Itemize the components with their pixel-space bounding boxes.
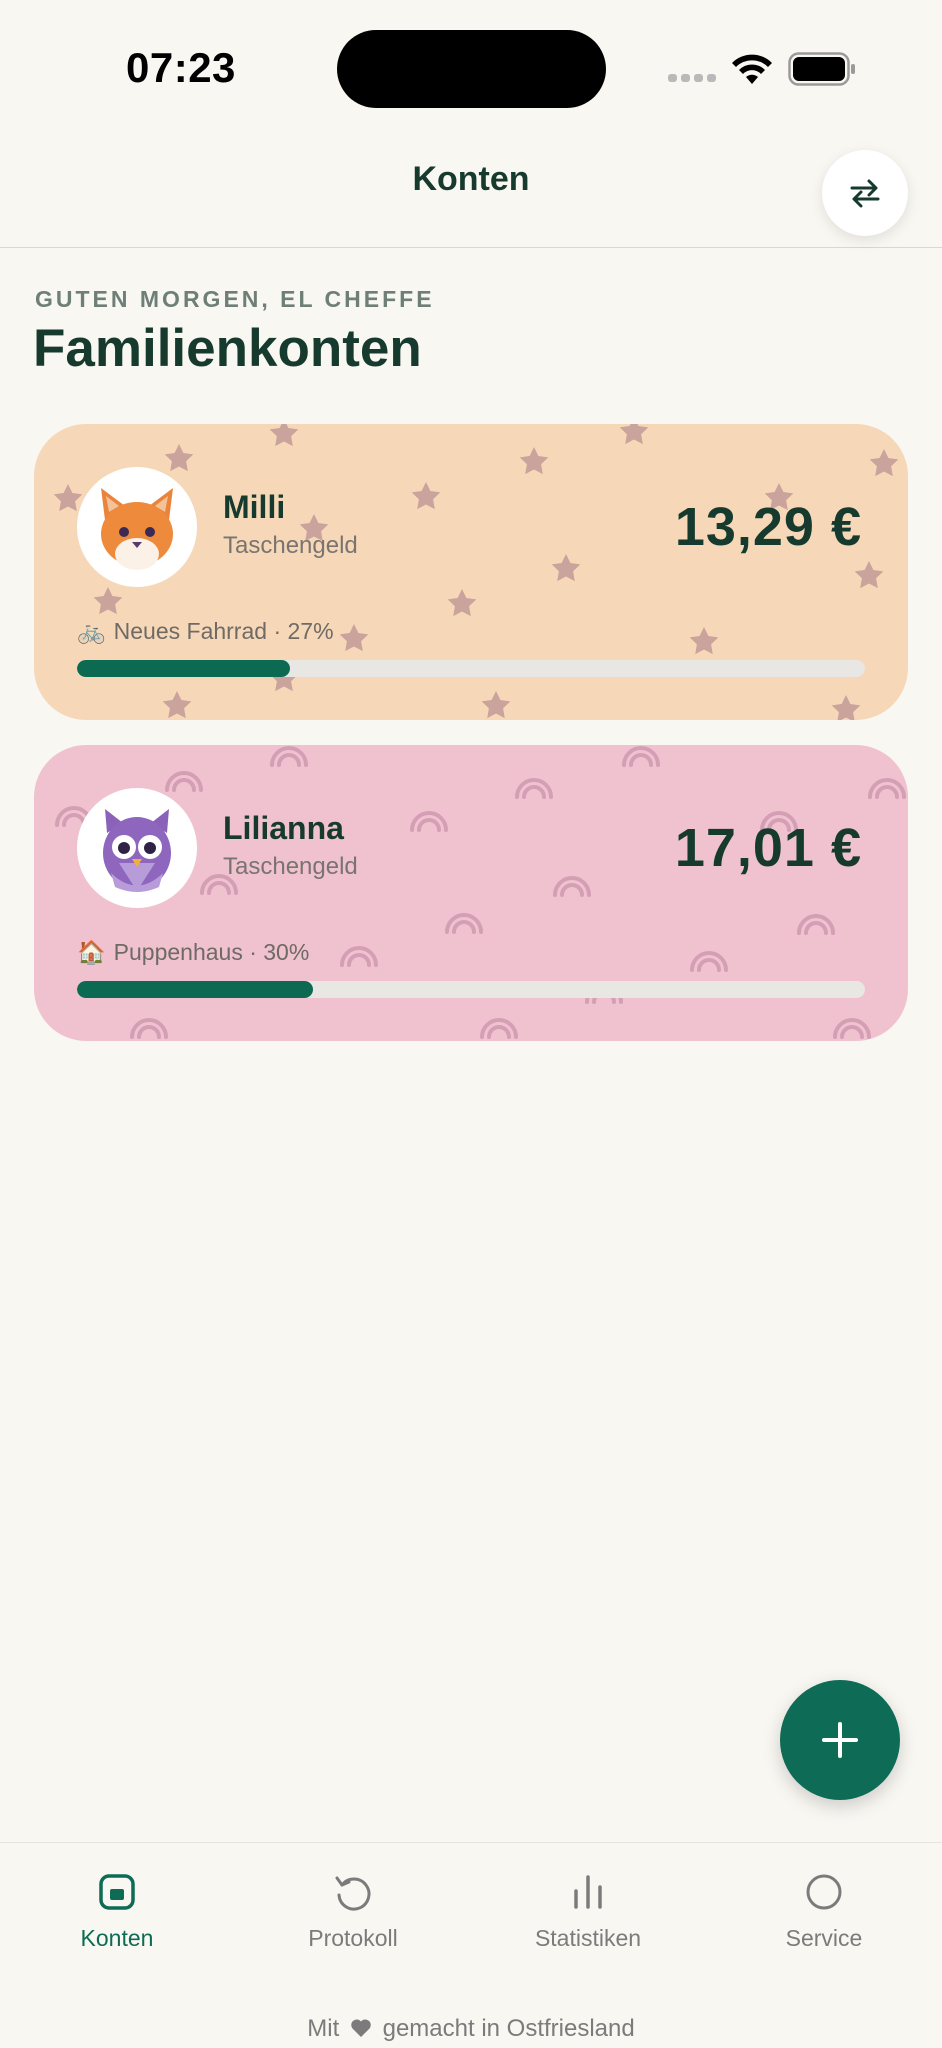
tab-protokoll[interactable]: Protokoll <box>253 1873 453 1952</box>
tab-bar: Konten Protokoll Statistiken Service Mit… <box>0 1842 942 2048</box>
progress-fill <box>77 981 314 998</box>
avatar <box>77 467 197 587</box>
house-icon: 🏠 <box>77 939 106 965</box>
progress-fill <box>77 660 290 677</box>
tab-konten[interactable]: Konten <box>17 1873 217 1952</box>
tab-statistiken[interactable]: Statistiken <box>488 1873 688 1952</box>
wifi-icon <box>732 54 772 84</box>
page-title: Familienkonten <box>33 319 422 378</box>
savings-goal-label: Puppenhaus · 30% <box>113 939 310 965</box>
tab-label: Protokoll <box>308 1925 398 1951</box>
switch-account-button[interactable] <box>822 150 908 236</box>
savings-progress-bar <box>77 660 865 677</box>
balance-amount: 13,29 € <box>674 497 862 557</box>
account-type: Taschengeld <box>223 532 358 559</box>
circle-icon <box>806 1874 842 1910</box>
greeting-text: GUTEN MORGEN, EL CHEFFE <box>35 286 435 312</box>
cellular-signal-icon <box>668 74 716 82</box>
nav-title: Konten <box>412 160 530 198</box>
tab-service[interactable]: Service <box>724 1873 924 1952</box>
status-bar: 07:23 <box>0 0 942 130</box>
child-name: Lilianna <box>223 810 344 846</box>
dynamic-island <box>337 30 606 108</box>
child-name: Milli <box>223 489 286 525</box>
history-icon <box>335 1876 371 1911</box>
heart-icon <box>351 2019 371 2037</box>
footer-suffix: gemacht in Ostfriesland <box>382 2015 635 2042</box>
tab-label: Service <box>785 1925 863 1951</box>
bar-chart-icon <box>574 1875 602 1909</box>
savings-goal: 🏠 Puppenhaus · 30% <box>77 939 309 966</box>
status-time: 07:23 <box>126 44 236 91</box>
account-card-milli[interactable]: Milli Taschengeld 13,29 € 🚲 Neues Fahrra… <box>34 424 908 720</box>
footer-prefix: Mit <box>307 2015 340 2042</box>
nav-header: Konten <box>0 130 942 248</box>
balance-amount: 17,01 € <box>674 818 862 878</box>
swap-arrows-icon <box>850 179 880 208</box>
savings-goal-label: Neues Fahrrad · 27% <box>113 618 334 644</box>
plus-icon <box>822 1722 858 1758</box>
battery-icon <box>788 52 855 86</box>
add-account-button[interactable] <box>780 1680 900 1800</box>
tab-label: Konten <box>80 1925 154 1951</box>
wallet-icon <box>99 1874 135 1910</box>
account-card-lilianna[interactable]: Lilianna Taschengeld 17,01 € 🏠 Puppenhau… <box>34 745 908 1041</box>
footer-note: Mit gemacht in Ostfriesland <box>0 2015 942 2043</box>
account-type: Taschengeld <box>223 853 358 880</box>
tab-label: Statistiken <box>534 1925 642 1951</box>
bicycle-icon: 🚲 <box>77 618 106 644</box>
savings-progress-bar <box>77 981 865 998</box>
owl-avatar <box>103 809 171 892</box>
cat-avatar <box>101 488 173 570</box>
savings-goal: 🚲 Neues Fahrrad · 27% <box>77 618 334 645</box>
avatar <box>77 788 197 908</box>
